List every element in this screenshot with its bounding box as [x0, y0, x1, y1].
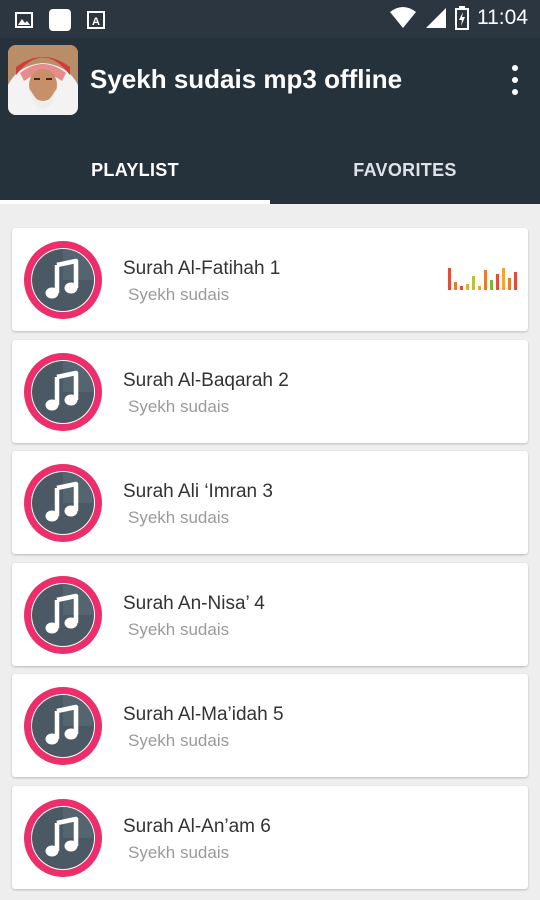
music-disc-icon [24, 464, 102, 542]
track-title: Surah Al-Baqarah 2 [123, 369, 289, 391]
status-right-icons: 11:04 [389, 6, 528, 30]
playlist-item[interactable]: Surah Al-Fatihah 1 Syekh sudais [12, 228, 528, 331]
track-title: Surah An-Nisa’ 4 [123, 592, 265, 614]
avatar [8, 45, 78, 115]
status-bar: A 11:04 [0, 0, 540, 38]
tab-active-indicator [0, 200, 270, 204]
reciter-portrait-image [8, 45, 78, 115]
tab-favorites[interactable]: FAVORITES [270, 136, 540, 204]
track-artist: Syekh sudais [128, 731, 230, 750]
track-artist: Syekh sudais [128, 508, 230, 527]
now-playing-equalizer-icon [448, 268, 517, 290]
playlist-item[interactable]: Surah Al-Baqarah 2 Syekh sudais [12, 339, 528, 443]
playlist-item[interactable]: Surah Al-An’am 6 Syekh sudais [12, 785, 528, 889]
status-time: 11:04 [477, 6, 528, 29]
track-artist: Syekh sudais [128, 396, 230, 416]
tab-bar: PLAYLIST FAVORITES [0, 136, 540, 204]
image-icon [15, 12, 33, 28]
battery-charging-icon [455, 6, 469, 30]
track-artist: Syekh sudais [128, 842, 230, 862]
playlist-item[interactable]: Surah Ali ‘Imran 3 Syekh sudais [12, 451, 528, 554]
music-disc-icon [24, 352, 102, 431]
track-title: Surah Al-Fatihah 1 [123, 258, 281, 279]
music-disc-icon [24, 687, 102, 765]
track-title: Surah Al-Ma’idah 5 [123, 704, 284, 725]
notification-square-icon [49, 9, 71, 31]
music-disc-icon [24, 241, 102, 319]
status-left-icons: A [14, 8, 106, 32]
app-bar: Syekh sudais mp3 offline PLAYLIST FAVORI… [0, 38, 540, 204]
playlist-item[interactable]: Surah Al-Ma’idah 5 Syekh sudais [12, 674, 528, 777]
wifi-icon [390, 7, 416, 28]
tab-playlist-label: PLAYLIST [91, 159, 179, 180]
svg-text:A: A [92, 16, 100, 28]
tab-playlist[interactable]: PLAYLIST [0, 136, 270, 204]
track-title: Surah Al-An’am 6 [123, 815, 271, 837]
track-artist: Syekh sudais [128, 619, 230, 639]
app-title: Syekh sudais mp3 offline [90, 64, 403, 94]
playlist: Surah Al-Fatihah 1 Syekh sudais Surah Al… [12, 228, 528, 897]
track-artist: Syekh sudais [128, 285, 230, 304]
playlist-item[interactable]: Surah An-Nisa’ 4 Syekh sudais [12, 562, 528, 666]
music-disc-icon [24, 575, 102, 654]
music-disc-icon [24, 798, 102, 877]
tab-favorites-label: FAVORITES [353, 159, 457, 180]
text-a-icon: A [87, 11, 105, 29]
signal-icon [426, 8, 446, 28]
track-title: Surah Ali ‘Imran 3 [123, 481, 273, 502]
more-vert-icon[interactable] [510, 64, 520, 96]
